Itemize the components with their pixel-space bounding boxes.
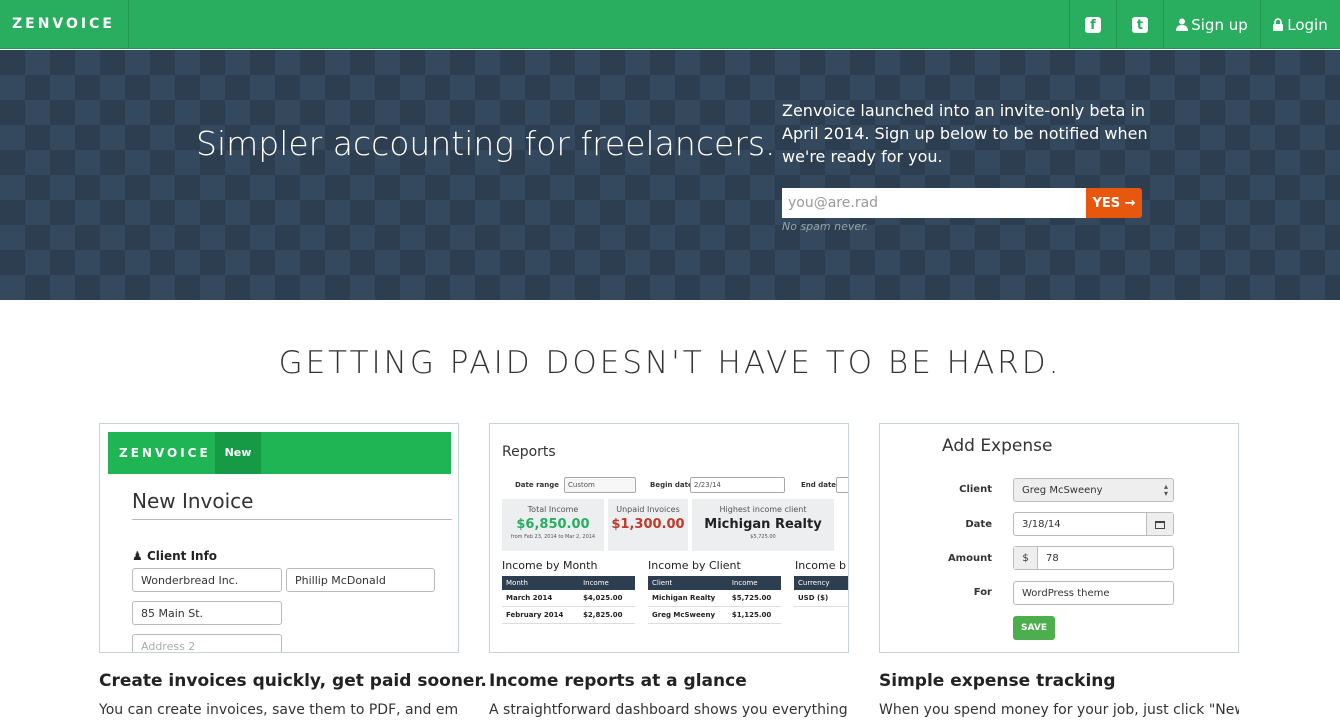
mock-top-client-box: Highest income client Michigan Realty $5… <box>692 499 834 551</box>
mock-expense-heading: Add Expense <box>942 436 1053 456</box>
mock-for-label: For <box>973 587 992 598</box>
mock-address-field: 85 Main St. <box>132 601 282 625</box>
mock-by-month-table: Month Income March 2014 $4,025.00 February… <box>502 576 635 624</box>
mock-brand: ZENVOICE <box>119 446 211 460</box>
mock-begin-input: 2/23/14 <box>690 477 785 493</box>
mock-unpaid-box: Unpaid Invoices $1,300.00 <box>608 499 688 551</box>
twitter-link[interactable]: t <box>1116 0 1163 49</box>
expense-screenshot: Add Expense Client Greg McSweeny ▴ ▾ Date… <box>879 423 1239 653</box>
currency-addon: $ <box>1014 547 1038 569</box>
facebook-link[interactable]: f <box>1069 0 1116 49</box>
hero-section: Simpler accounting for freelancers. Zenv… <box>0 50 1340 300</box>
submit-button[interactable]: YES → <box>1086 188 1142 218</box>
hero-tagline: Simpler accounting for freelancers. <box>196 124 776 163</box>
mock-amount-label: Amount <box>947 553 992 564</box>
mock-amount-input: $ 78 <box>1013 546 1174 570</box>
mock-by-currency-table: Currency USD ($) <box>794 576 848 607</box>
mock-date-input: 3/18/14 <box>1013 512 1174 536</box>
mock-company-field: Wonderbread Inc. <box>132 568 282 592</box>
mock-client-select: Greg McSweeny ▴ ▾ <box>1013 478 1174 502</box>
mock-for-input: WordPress theme <box>1013 581 1174 605</box>
feature-desc-reports: A straightforward dashboard shows you ev… <box>489 702 848 718</box>
mock-begin-label: Begin date <box>650 481 693 489</box>
calendar-icon <box>1146 513 1173 535</box>
select-arrows-icon: ▴ ▾ <box>1163 482 1168 498</box>
mock-client-label: Client <box>959 484 992 495</box>
email-input[interactable]: you@are.rad <box>782 188 1086 218</box>
signup-link[interactable]: Sign up <box>1163 0 1260 49</box>
hero-blurb: Zenvoice launched into an invite-only be… <box>782 101 1148 166</box>
mock-invoice-heading: New Invoice <box>132 489 452 520</box>
twitter-icon: t <box>1132 16 1148 33</box>
login-link[interactable]: Login <box>1260 0 1340 49</box>
feature-title-invoices: Create invoices quickly, get paid sooner… <box>99 671 487 691</box>
no-spam-note: No spam never. <box>782 220 869 233</box>
mock-end-label: End date <box>801 481 837 489</box>
user-icon: ♟ <box>132 549 147 563</box>
mock-new-tab: New <box>215 432 261 474</box>
mock-save-button: SAVE <box>1013 616 1055 640</box>
feature-desc-expenses: When you spend money for your job, just … <box>879 702 1239 718</box>
login-label: Login <box>1287 15 1328 34</box>
mock-date-range-select: Custom <box>564 477 636 493</box>
feature-title-reports: Income reports at a glance <box>489 671 747 691</box>
lock-icon <box>1273 18 1284 31</box>
invoice-screenshot: ZENVOICE New New Invoice ♟ Client Info W… <box>99 423 459 653</box>
mock-end-input <box>836 477 848 493</box>
mock-reports-heading: Reports <box>502 444 556 460</box>
section-heading: GETTING PAID DOESN'T HAVE TO BE HARD. <box>278 345 1062 381</box>
facebook-icon: f <box>1085 16 1101 33</box>
mock-by-client-title: Income by Client <box>648 559 741 572</box>
mock-navbar: ZENVOICE New <box>108 432 451 474</box>
user-icon <box>1176 18 1189 31</box>
mock-date-range-label: Date range <box>515 481 559 489</box>
feature-desc-invoices: You can create invoices, save them to PD… <box>99 702 459 718</box>
signup-label: Sign up <box>1191 15 1248 34</box>
mock-by-client-table: Client Income Michigan Realty $5,725.00 Gr… <box>648 576 781 624</box>
feature-title-expenses: Simple expense tracking <box>879 671 1116 691</box>
mock-total-income-box: Total Income $6,850.00 from Feb 23, 2014… <box>502 499 604 551</box>
mock-by-month-title: Income by Month <box>502 559 598 572</box>
mock-date-label: Date <box>965 519 992 530</box>
top-navbar: ZENVOICE f t Sign up Login <box>0 0 1340 49</box>
reports-screenshot: Reports Date range Custom Begin date 2/2… <box>489 423 849 653</box>
nav-right: f t Sign up Login <box>1069 0 1340 49</box>
mock-contact-field: Phillip McDonald <box>286 568 435 592</box>
brand-logo[interactable]: ZENVOICE <box>0 0 129 49</box>
mock-client-info-label: ♟ Client Info <box>132 549 218 563</box>
mock-address2-field: Address 2 <box>132 634 282 652</box>
mock-by-currency-title: Income b <box>795 559 846 572</box>
